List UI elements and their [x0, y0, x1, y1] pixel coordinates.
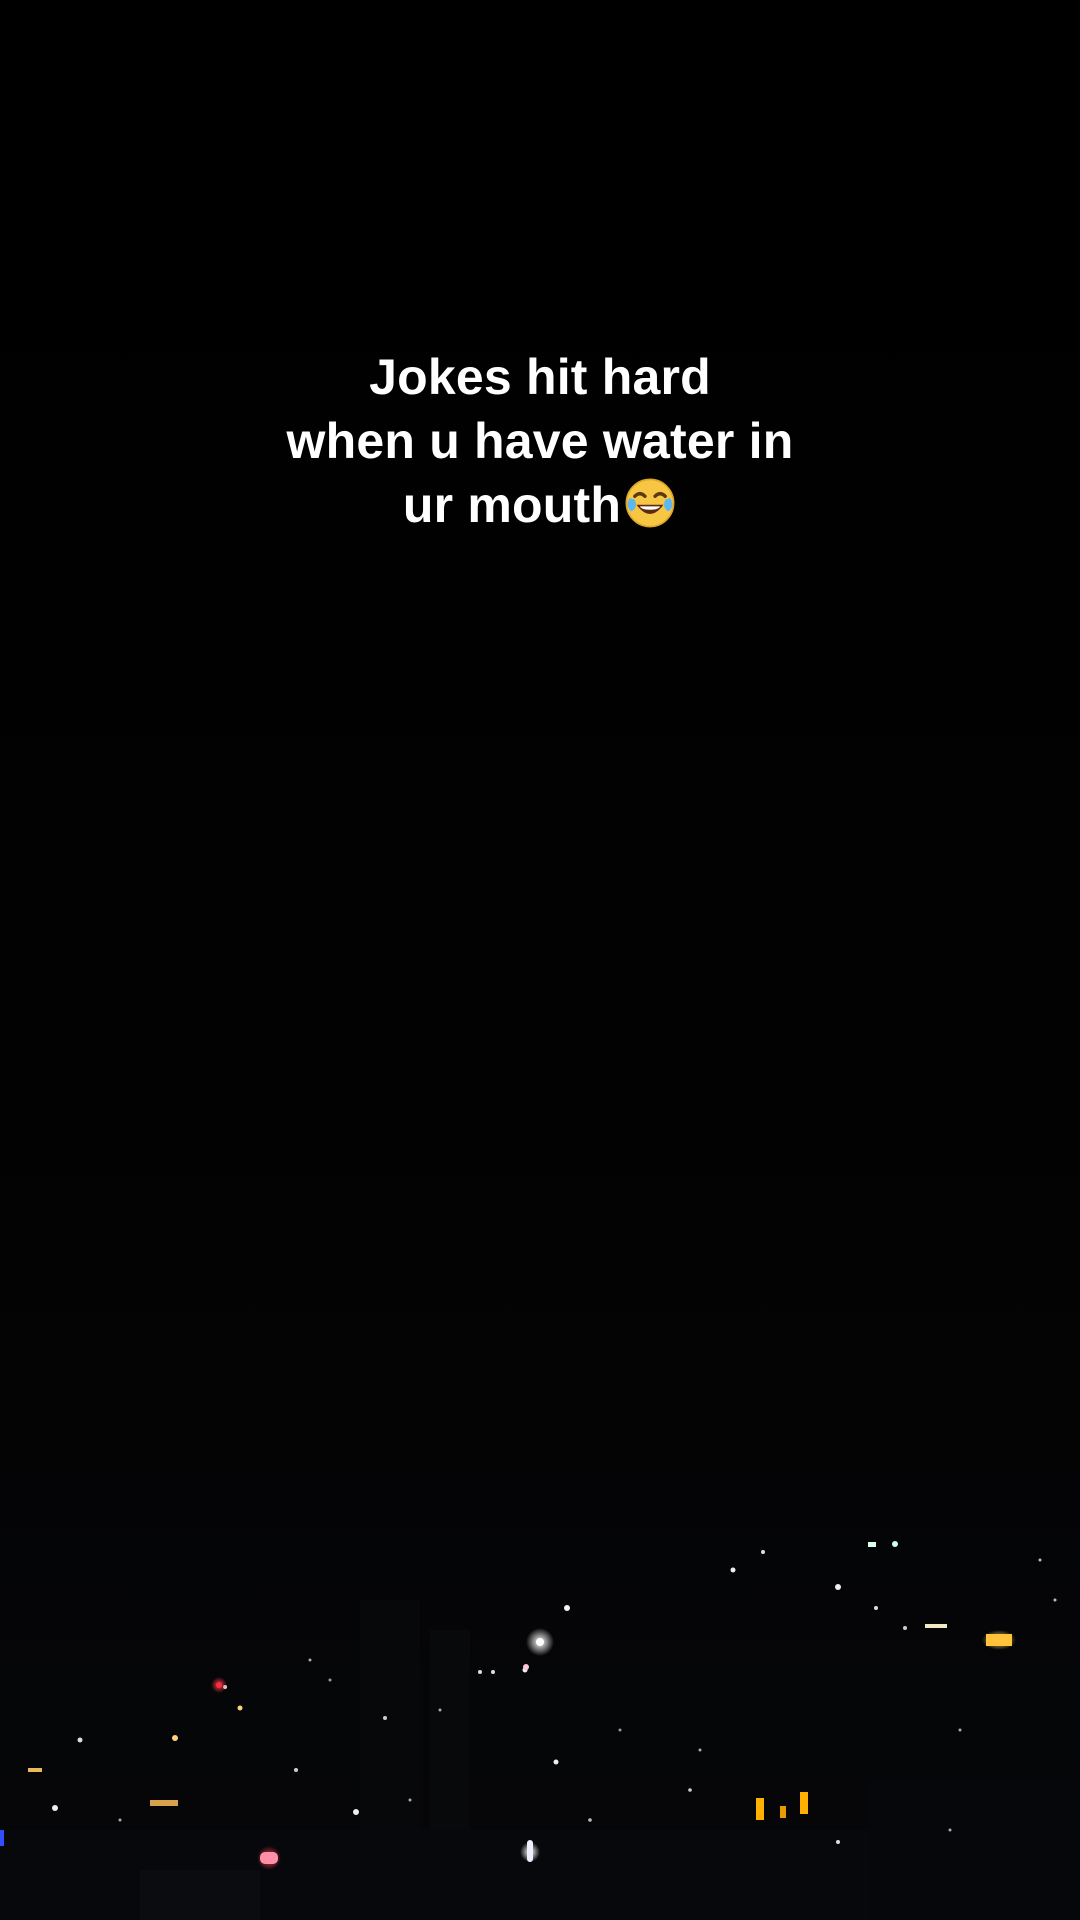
caption-line-1: Jokes hit hard: [369, 349, 711, 405]
caption-line-3: ur mouth: [0, 473, 1080, 537]
caption-text: Jokes hit hard when u have water in ur m…: [0, 345, 1080, 537]
video-frame: Jokes hit hard when u have water in ur m…: [0, 0, 1080, 1920]
tears-of-joy-emoji-icon: [623, 476, 677, 530]
city-lights-skyline: [0, 1500, 1080, 1920]
caption-line-2: when u have water in: [286, 413, 794, 469]
caption-line-3-text: ur mouth: [402, 477, 622, 533]
